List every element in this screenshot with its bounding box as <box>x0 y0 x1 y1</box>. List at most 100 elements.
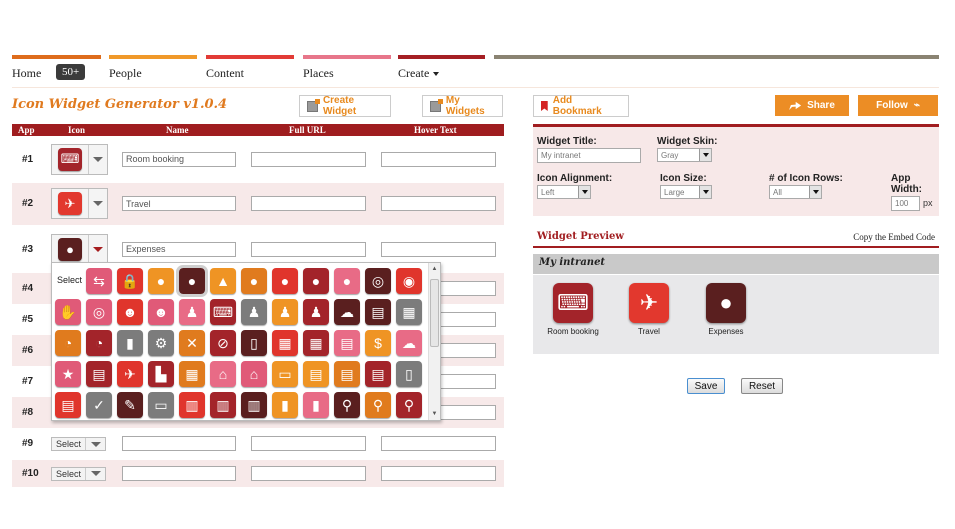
bank-icon[interactable]: ⌂ <box>210 361 236 387</box>
clipboard-icon[interactable]: ▯ <box>396 361 422 387</box>
touch-tablet-icon[interactable]: ▦ <box>272 330 298 356</box>
lightbulb-icon[interactable]: ● <box>303 268 329 294</box>
url-input[interactable] <box>251 241 366 257</box>
presentation-icon[interactable]: ▦ <box>396 299 422 325</box>
copy-embed-code-link[interactable]: Copy the Embed Code <box>853 232 935 242</box>
app-width-input[interactable] <box>891 196 920 211</box>
icon-select[interactable]: Select <box>51 466 106 481</box>
nav-places[interactable]: Places <box>303 66 334 81</box>
name-input[interactable] <box>122 196 236 211</box>
dropdown-arrow[interactable] <box>89 189 107 218</box>
buildings-icon[interactable]: ▙ <box>148 361 174 387</box>
message-icon[interactable]: ▤ <box>86 361 112 387</box>
hover-text-input[interactable] <box>381 196 496 211</box>
url-input[interactable] <box>251 465 366 481</box>
books-icon[interactable]: ▮ <box>272 392 298 418</box>
chat-icon[interactable]: ☁ <box>396 330 422 356</box>
lock-icon[interactable]: 🔒 <box>117 268 143 294</box>
calculator-icon[interactable]: ▦ <box>303 330 329 356</box>
books-icon[interactable]: ▮ <box>303 392 329 418</box>
card-icon[interactable]: ▭ <box>272 361 298 387</box>
book-icon[interactable]: ▥ <box>179 392 205 418</box>
user-chat-icon[interactable]: ☁ <box>334 299 360 325</box>
icon-picker[interactable]: ⌨ <box>51 143 108 175</box>
exchange-icon[interactable]: ⇆ <box>86 268 112 294</box>
user-circle-icon[interactable]: ◎ <box>86 299 112 325</box>
dollar-chat-icon[interactable]: $ <box>365 330 391 356</box>
bar-chart-icon[interactable]: ▮ <box>117 330 143 356</box>
magnifier-icon[interactable]: ⚲ <box>334 392 360 418</box>
lightbulb-icon[interactable]: ● <box>241 268 267 294</box>
tablet-icon[interactable]: ▯ <box>241 330 267 356</box>
preview-app-travel[interactable]: ✈ Travel <box>614 283 684 336</box>
follow-button[interactable]: Follow ⌁ <box>858 95 938 116</box>
document-icon[interactable]: ▤ <box>334 361 360 387</box>
dropdown-arrow[interactable] <box>86 438 105 450</box>
hover-text-input[interactable] <box>381 151 496 167</box>
url-input[interactable] <box>251 436 366 451</box>
hover-text-input[interactable] <box>381 465 496 481</box>
popup-scrollbar[interactable]: ▲ ▼ <box>428 263 440 420</box>
building-icon[interactable]: ▦ <box>179 361 205 387</box>
icon-select[interactable]: Select <box>51 437 106 451</box>
nav-people[interactable]: People <box>109 66 142 81</box>
nav-home[interactable]: Home <box>12 66 41 81</box>
group-icon[interactable]: ☻ <box>117 299 143 325</box>
document-magnifier-icon[interactable]: ⚲ <box>396 392 422 418</box>
handshake-icon[interactable]: ✋ <box>55 299 81 325</box>
list-document-icon[interactable]: ▤ <box>55 392 81 418</box>
preview-app-room-booking[interactable]: ⌨ Room booking <box>538 283 608 336</box>
notification-badge[interactable]: 50+ <box>56 64 86 80</box>
hover-text-input[interactable] <box>381 436 496 451</box>
icon-picker[interactable]: ● <box>51 233 108 265</box>
icon-rows-select[interactable]: All <box>769 185 822 199</box>
icon-picker[interactable]: ✈ <box>51 188 108 219</box>
person-laptop-icon[interactable]: ⌨ <box>210 299 236 325</box>
url-input[interactable] <box>251 151 366 167</box>
graduation-cap-icon[interactable]: ▲ <box>210 268 236 294</box>
clip-document-icon[interactable]: ▭ <box>148 392 174 418</box>
add-bookmark-button[interactable]: Add Bookmark <box>533 95 629 117</box>
name-input[interactable] <box>122 151 236 167</box>
document-icon[interactable]: ▤ <box>334 330 360 356</box>
scroll-thumb[interactable] <box>430 279 439 347</box>
widget-skin-select[interactable]: Gray <box>657 148 712 162</box>
gears-icon[interactable]: ⚙ <box>148 330 174 356</box>
reset-button[interactable]: Reset <box>741 378 783 394</box>
tools-icon[interactable]: ✕ <box>179 330 205 356</box>
id-card-icon[interactable]: ▤ <box>365 299 391 325</box>
pie-chart-icon[interactable]: ◔ <box>55 330 81 356</box>
newspaper-icon[interactable]: ▤ <box>303 361 329 387</box>
people-icon[interactable]: ♟ <box>179 299 205 325</box>
group-icon[interactable]: ☻ <box>148 299 174 325</box>
scroll-up-icon[interactable]: ▲ <box>429 263 440 275</box>
user-add-icon[interactable]: ♟ <box>303 299 329 325</box>
piggy-bank-icon[interactable]: ● <box>176 265 208 297</box>
checklist-icon[interactable]: ✓ <box>86 392 112 418</box>
user-add-icon[interactable]: ♟ <box>272 299 298 325</box>
lightbulb-icon[interactable]: ● <box>272 268 298 294</box>
document-add-icon[interactable]: ▤ <box>365 361 391 387</box>
nav-content[interactable]: Content <box>206 66 244 81</box>
hover-text-input[interactable] <box>381 241 496 257</box>
name-input[interactable] <box>122 465 236 481</box>
no-sign-icon[interactable]: ⊘ <box>210 330 236 356</box>
widget-title-input[interactable] <box>537 148 641 163</box>
nav-create[interactable]: Create <box>398 66 440 81</box>
handshake-circle-icon[interactable]: ◉ <box>396 268 422 294</box>
share-button[interactable]: Share <box>775 95 849 116</box>
airplane-icon[interactable]: ✈ <box>117 361 143 387</box>
user-icon[interactable]: ♟ <box>241 299 267 325</box>
dropdown-arrow[interactable] <box>89 145 107 174</box>
pie-chart-icon[interactable]: ◔ <box>86 330 112 356</box>
pen-list-icon[interactable]: ✎ <box>117 392 143 418</box>
icon-alignment-select[interactable]: Left <box>537 185 591 199</box>
my-widgets-button[interactable]: My Widgets <box>422 95 503 117</box>
chart-magnifier-icon[interactable]: ⚲ <box>365 392 391 418</box>
name-input[interactable] <box>122 436 236 451</box>
eco-bulb-icon[interactable]: ◎ <box>365 268 391 294</box>
book-icon[interactable]: ▥ <box>241 392 267 418</box>
preview-app-expenses[interactable]: ● Expenses <box>691 283 761 336</box>
lightbulb-icon[interactable]: ● <box>334 268 360 294</box>
icon-size-select[interactable]: Large <box>660 185 712 199</box>
